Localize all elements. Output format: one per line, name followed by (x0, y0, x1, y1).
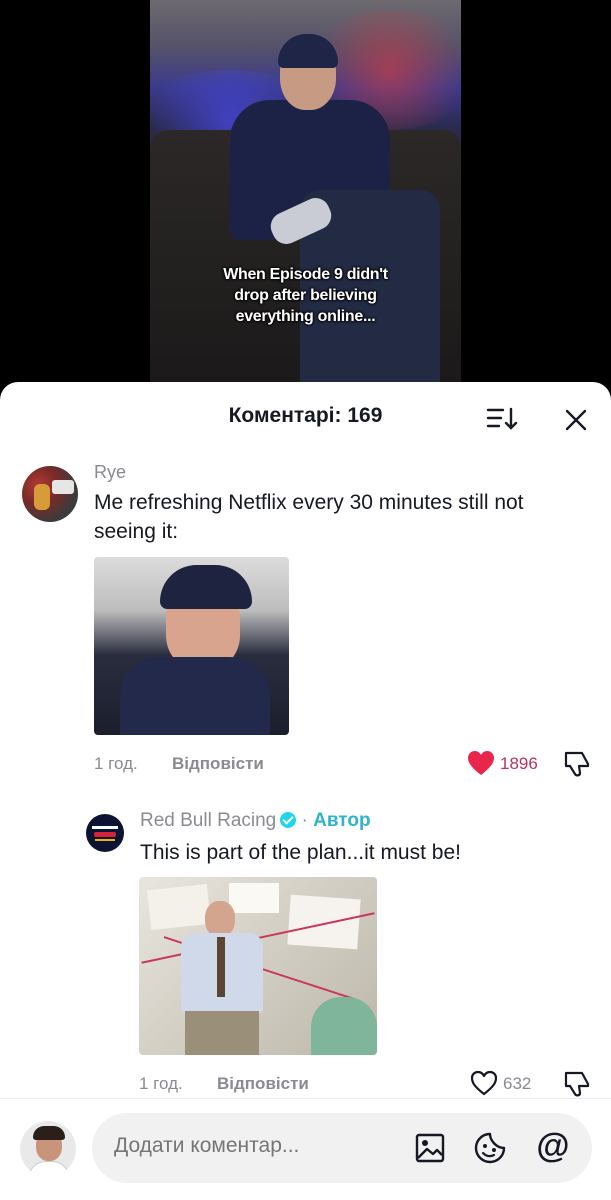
video-player[interactable]: When Episode 9 didn't drop after believi… (150, 0, 461, 400)
emoji-icon[interactable] (473, 1131, 507, 1165)
comment-text: Me refreshing Netflix every 30 minutes s… (94, 491, 524, 543)
comment-input[interactable] (114, 1134, 404, 1158)
comment-reply-item: Red Bull Racing · Автор This is part of … (0, 782, 611, 1102)
like-count: 1896 (500, 754, 538, 773)
comment-timestamp: 1 год. (94, 754, 138, 773)
heart-outline-icon[interactable] (470, 1070, 498, 1096)
comment-username[interactable]: Red Bull Racing · Автор (140, 810, 371, 832)
heart-filled-icon[interactable] (467, 750, 495, 776)
comment-text: This is part of the plan...it must be! (140, 841, 461, 864)
mention-icon[interactable]: @ (533, 1126, 573, 1166)
comments-sheet: Коментарі: 169 Rye Me refreshing Netflix… (0, 382, 611, 1199)
comment-username[interactable]: Rye (94, 462, 126, 483)
comment-image[interactable] (139, 877, 377, 1055)
verified-badge-icon (280, 812, 297, 828)
comment-image[interactable] (94, 557, 289, 735)
avatar[interactable] (22, 466, 78, 522)
avatar-red-bull-racing[interactable] (86, 814, 124, 852)
dislike-icon[interactable] (562, 1070, 592, 1098)
reply-button[interactable]: Відповісти (172, 754, 264, 774)
dislike-icon[interactable] (562, 750, 592, 778)
comment-timestamp: 1 год. (139, 1074, 183, 1093)
video-caption: When Episode 9 didn't drop after believi… (223, 266, 388, 325)
like-count: 632 (503, 1074, 532, 1093)
comment-input-container[interactable]: @ (92, 1113, 592, 1183)
separator: · (301, 810, 308, 831)
image-icon[interactable] (414, 1132, 446, 1164)
user-avatar[interactable] (20, 1121, 76, 1177)
comment-item: Rye Me refreshing Netflix every 30 minut… (0, 382, 611, 782)
reply-button[interactable]: Відповісти (217, 1074, 309, 1094)
comment-composer-bar: @ (0, 1098, 611, 1200)
author-badge: Автор (313, 810, 371, 831)
